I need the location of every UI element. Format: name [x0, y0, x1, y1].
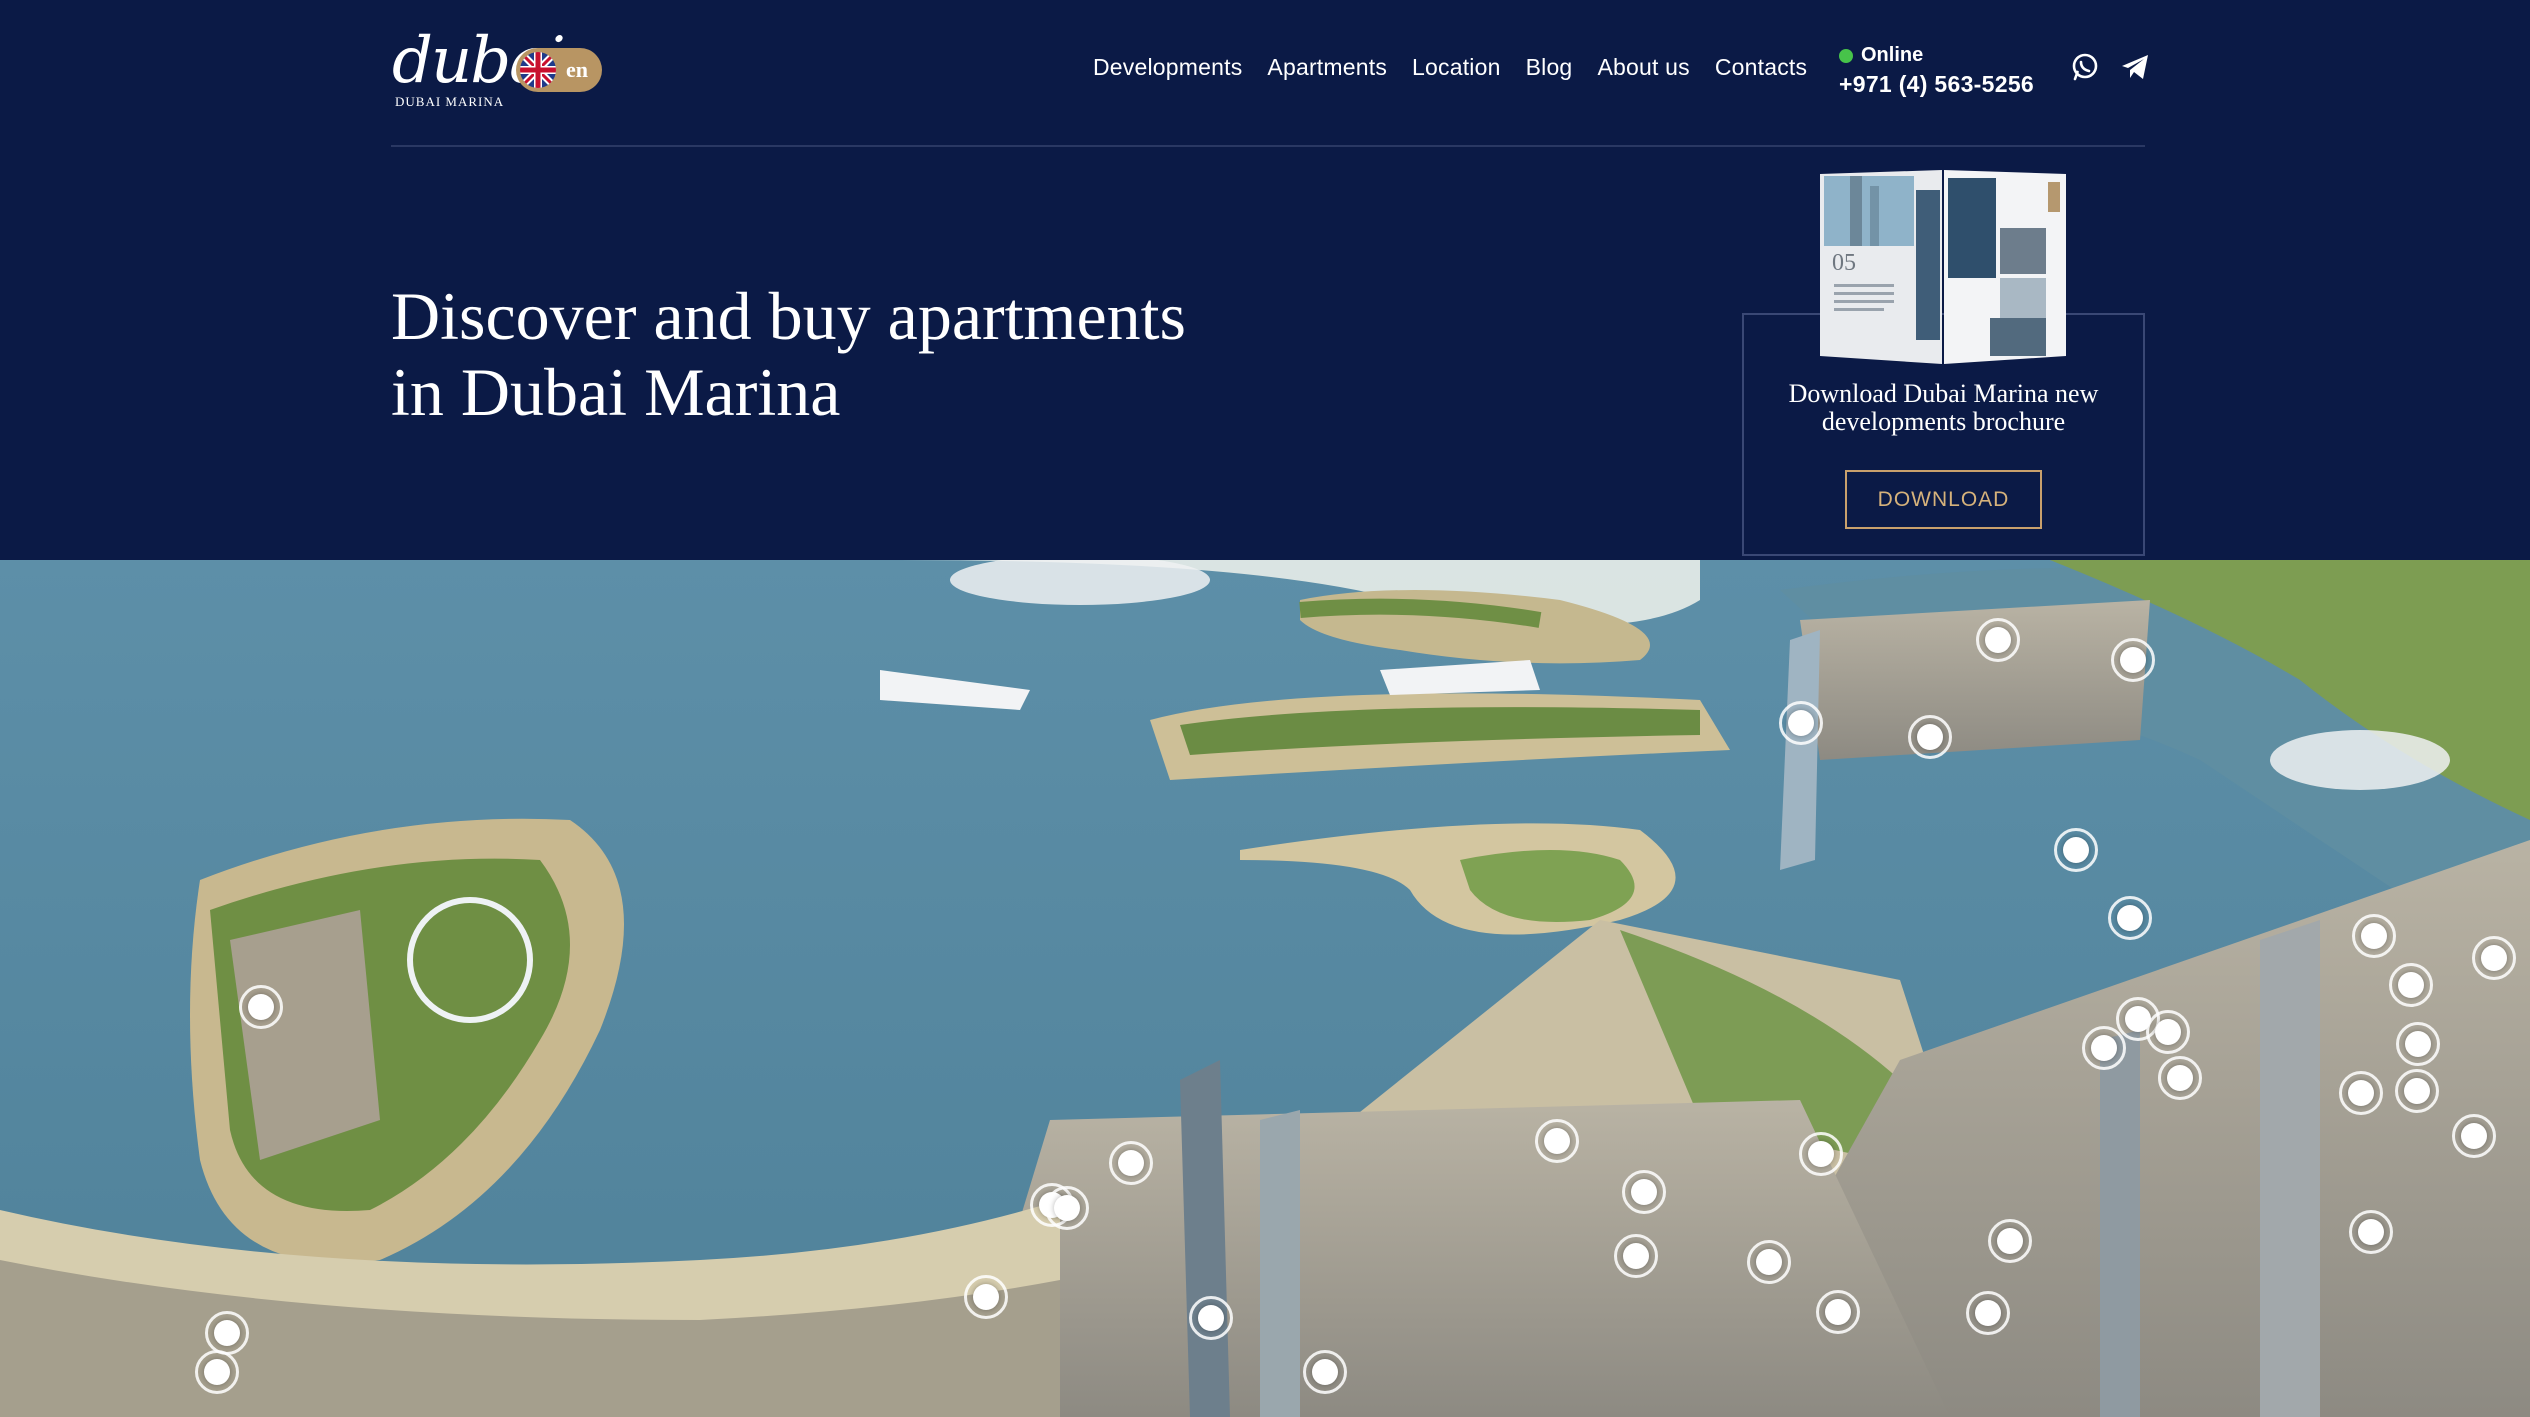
- map-pin[interactable]: [2054, 828, 2098, 872]
- map-pin[interactable]: [1966, 1291, 2010, 1335]
- map-pin[interactable]: [2082, 1026, 2126, 1070]
- brochure-page-number: 05: [1832, 250, 1856, 276]
- map-pin[interactable]: [1779, 701, 1823, 745]
- dubai-marina-aerial-map[interactable]: [0, 560, 2530, 1417]
- map-pin[interactable]: [205, 1311, 249, 1355]
- map-pin[interactable]: [1976, 618, 2020, 662]
- map-pin[interactable]: [1799, 1132, 1843, 1176]
- whatsapp-icon[interactable]: [2070, 52, 2100, 82]
- map-pin[interactable]: [1045, 1186, 1089, 1230]
- map-pin[interactable]: [1109, 1141, 1153, 1185]
- map-pin[interactable]: [1622, 1170, 1666, 1214]
- map-pin[interactable]: [1816, 1290, 1860, 1334]
- dubai-marina-logo[interactable]: dubai DUBAI MARINA: [392, 26, 566, 111]
- hero-title-line-2: in Dubai Marina: [391, 354, 841, 430]
- map-pin[interactable]: [964, 1275, 1008, 1319]
- language-switcher[interactable]: en: [516, 48, 602, 92]
- brochure-text-line-1: Download Dubai Marina new: [1788, 379, 2099, 408]
- map-pin[interactable]: [1908, 715, 1952, 759]
- map-pin[interactable]: [2108, 896, 2152, 940]
- main-nav: Developments Apartments Location Blog Ab…: [1093, 54, 1832, 81]
- online-dot-icon: [1839, 48, 1853, 63]
- map-pin[interactable]: [2352, 914, 2396, 958]
- header-divider: [391, 145, 2145, 147]
- social-links: [2070, 52, 2150, 82]
- map-pin[interactable]: [1535, 1119, 1579, 1163]
- uk-flag-icon: [520, 52, 556, 88]
- language-code: en: [566, 57, 588, 82]
- map-pin[interactable]: [2472, 936, 2516, 980]
- contact-status: Online +971 (4) 563-5256: [1839, 44, 2034, 98]
- map-pin[interactable]: [1988, 1219, 2032, 1263]
- map-pin[interactable]: [2111, 638, 2155, 682]
- brochure-book-image: 05: [1820, 168, 2066, 364]
- map-pin[interactable]: [2146, 1010, 2190, 1054]
- map-pin[interactable]: [2389, 963, 2433, 1007]
- brochure-text: Download Dubai Marina new developments b…: [1756, 380, 2131, 436]
- telegram-icon[interactable]: [2120, 52, 2150, 82]
- nav-apartments[interactable]: Apartments: [1267, 54, 1387, 81]
- site-header: dubai DUBAI MARINA en Developments Apart…: [0, 0, 2530, 560]
- map-pin[interactable]: [239, 985, 283, 1029]
- download-button[interactable]: DOWNLOAD: [1845, 470, 2042, 529]
- map-pin[interactable]: [1303, 1350, 1347, 1394]
- nav-location[interactable]: Location: [1412, 54, 1501, 81]
- nav-about-us[interactable]: About us: [1597, 54, 1689, 81]
- map-pin[interactable]: [1189, 1296, 1233, 1340]
- nav-contacts[interactable]: Contacts: [1715, 54, 1807, 81]
- nav-developments[interactable]: Developments: [1093, 54, 1242, 81]
- hero-title-line-1: Discover and buy apartments: [391, 278, 1186, 354]
- map-pin[interactable]: [2452, 1114, 2496, 1158]
- map-pin[interactable]: [195, 1350, 239, 1394]
- nav-blog[interactable]: Blog: [1526, 54, 1573, 81]
- map-pin[interactable]: [1614, 1234, 1658, 1278]
- phone-number[interactable]: +971 (4) 563-5256: [1839, 71, 2034, 98]
- online-label: Online: [1861, 44, 1924, 66]
- map-pin[interactable]: [2158, 1056, 2202, 1100]
- brochure-text-line-2: developments brochure: [1821, 407, 2066, 436]
- aerial-view-illustration: [0, 560, 2530, 1417]
- online-indicator: Online: [1839, 44, 2034, 67]
- map-pin[interactable]: [2395, 1069, 2439, 1113]
- map-pin[interactable]: [1747, 1240, 1791, 1284]
- hero-title: Discover and buy apartments in Dubai Mar…: [391, 278, 1291, 430]
- logo-subtitle: DUBAI MARINA: [395, 94, 505, 109]
- map-pin[interactable]: [2396, 1022, 2440, 1066]
- map-pin[interactable]: [2339, 1071, 2383, 1115]
- map-pin[interactable]: [2349, 1210, 2393, 1254]
